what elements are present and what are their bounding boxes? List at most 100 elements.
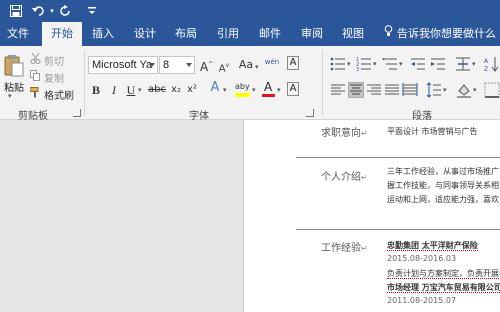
caret-up-icon: ^ xyxy=(208,61,214,68)
chevron-down-icon[interactable]: ▾ xyxy=(399,60,403,68)
tab-view[interactable]: 视图 xyxy=(336,22,370,46)
doc-line: 市场经理 万宝汽车贸易有限公司 xyxy=(387,282,500,293)
font-color-button[interactable]: A xyxy=(262,80,276,98)
chevron-down-icon[interactable]: ▾ xyxy=(472,60,476,68)
divider-line xyxy=(296,229,500,230)
copy-label: 复制 xyxy=(44,73,64,85)
chevron-down-icon[interactable]: ▾ xyxy=(223,86,227,94)
bullets-icon[interactable] xyxy=(330,56,346,72)
clear-format-label: A xyxy=(289,57,297,68)
cut-button[interactable]: 剪切 xyxy=(30,52,64,68)
cut-label: 剪切 xyxy=(44,56,64,68)
redo-icon[interactable] xyxy=(58,3,74,19)
chevron-down-icon[interactable]: ▾ xyxy=(252,86,256,94)
increase-indent-icon[interactable] xyxy=(430,56,446,72)
paragraph-mark-icon: ↵ xyxy=(361,129,368,138)
customize-dropdown-icon[interactable] xyxy=(84,3,100,19)
chevron-down-icon[interactable]: ▾ xyxy=(347,60,351,68)
copy-button[interactable]: 复制 xyxy=(30,69,64,85)
chevron-down-icon[interactable]: ▾ xyxy=(255,63,259,71)
shrink-font-label: A xyxy=(218,63,226,75)
tab-layout[interactable]: 布局 xyxy=(169,22,203,46)
format-painter-icon xyxy=(29,87,41,101)
underline-button[interactable]: U xyxy=(125,82,137,98)
bold-button[interactable]: B xyxy=(90,82,102,98)
svg-text:3: 3 xyxy=(356,67,359,72)
ribbon-tab-bar: 文件 开始 插入 设计 布局 引用 邮件 审阅 视图 告诉我你想要做什么 xyxy=(0,22,500,46)
tab-mailings[interactable]: 邮件 xyxy=(253,22,287,46)
group-divider xyxy=(84,50,85,116)
chinese-layout-icon[interactable] xyxy=(455,56,471,72)
doc-line: 2015.08-2016.03 xyxy=(387,254,457,263)
doc-line: 三年工作经验，从事过市场推广 xyxy=(387,167,499,176)
ribbon: 粘贴 ▾ 剪切 复制 格式刷 剪贴板 Microsoft Ya 8 A^ Av … xyxy=(0,46,500,122)
tab-references[interactable]: 引用 xyxy=(211,22,245,46)
align-left-icon[interactable] xyxy=(330,82,346,98)
shrink-font-button[interactable]: Av xyxy=(218,58,230,74)
paste-dropdown-icon[interactable]: ▾ xyxy=(8,92,12,100)
doc-line: 平面设计 市场营销与广告 xyxy=(387,127,478,136)
tab-design[interactable]: 设计 xyxy=(128,22,162,46)
font-launcher-icon[interactable] xyxy=(306,109,314,117)
doc-line: 负责计划与方案制定，负责开展年 xyxy=(387,268,500,279)
svg-text:A: A xyxy=(484,58,489,65)
paste-icon[interactable] xyxy=(4,54,24,78)
font-color-letter: A xyxy=(264,80,273,94)
clear-format-button[interactable]: A xyxy=(287,56,299,70)
copy-icon xyxy=(30,70,41,84)
tell-me-box[interactable]: 告诉我你想要做什么 xyxy=(384,22,496,46)
doc-line: 运动和上网，适应能力强，喜欢 xyxy=(387,195,499,204)
tab-home[interactable]: 开始 xyxy=(42,22,82,46)
title-bar: ▾ xyxy=(0,0,500,22)
section-label-job-intention: 求职意向↵ xyxy=(321,124,368,139)
multilevel-list-icon[interactable] xyxy=(382,56,398,72)
chevron-down-icon[interactable]: ▾ xyxy=(138,86,142,94)
character-border-label: A xyxy=(289,83,297,94)
doc-line: 忠勤集团 太平洋财产保险 xyxy=(387,240,478,251)
superscript-button[interactable]: x² xyxy=(186,82,198,98)
highlight-button[interactable]: aby xyxy=(235,82,251,98)
decrease-indent-icon[interactable] xyxy=(410,56,426,72)
paste-button[interactable]: 粘贴 xyxy=(4,79,24,94)
font-size-value: 8 xyxy=(163,59,170,71)
strikethrough-button[interactable]: abc xyxy=(148,82,166,98)
justify-icon[interactable] xyxy=(384,82,400,98)
section-label-text: 工作经验 xyxy=(321,243,361,254)
text-effects-button[interactable]: A xyxy=(208,80,222,96)
doc-line: 握工作技能，与同事领导关系相 xyxy=(387,181,499,190)
format-painter-button[interactable]: 格式刷 xyxy=(29,86,74,102)
font-size-box[interactable]: 8 xyxy=(159,56,195,74)
line-spacing-icon[interactable] xyxy=(426,82,442,98)
tab-insert[interactable]: 插入 xyxy=(86,22,120,46)
distributed-icon[interactable] xyxy=(402,82,418,98)
chevron-down-icon[interactable]: ▾ xyxy=(473,86,477,94)
section-label-text: 求职意向 xyxy=(321,128,361,139)
section-label-text: 个人介绍 xyxy=(321,172,361,183)
numbering-icon[interactable]: 123 xyxy=(356,56,372,73)
lightbulb-icon xyxy=(384,22,393,46)
chevron-down-icon[interactable]: ▾ xyxy=(373,60,377,68)
subscript-button[interactable]: x₂ xyxy=(170,82,182,98)
shading-icon[interactable] xyxy=(456,82,472,98)
chevron-down-icon[interactable]: ▾ xyxy=(277,86,281,94)
align-center-icon[interactable] xyxy=(348,82,364,98)
save-icon[interactable] xyxy=(8,3,24,19)
tab-review[interactable]: 审阅 xyxy=(295,22,329,46)
borders-icon[interactable] xyxy=(484,82,500,98)
font-name-box[interactable]: Microsoft Ya xyxy=(88,56,158,74)
clipboard-launcher-icon[interactable] xyxy=(73,109,81,117)
sort-icon[interactable]: AZ xyxy=(484,56,500,73)
phonetic-guide-button[interactable]: wén xyxy=(264,54,280,70)
document-page[interactable]: 求职意向↵ 平面设计 市场营销与广告 个人介绍↵ 三年工作经验，从事过市场推广 … xyxy=(243,120,500,312)
change-case-button[interactable]: Aa xyxy=(238,57,254,73)
italic-button[interactable]: I xyxy=(108,82,120,98)
align-right-icon[interactable] xyxy=(366,82,382,98)
svg-text:Z: Z xyxy=(484,66,488,72)
chevron-down-icon[interactable]: ▾ xyxy=(443,86,447,94)
caret-down-icon: v xyxy=(225,62,230,69)
tab-file[interactable]: 文件 xyxy=(2,22,34,46)
character-border-button[interactable]: A xyxy=(287,82,299,96)
grow-font-button[interactable]: A^ xyxy=(200,57,214,74)
paragraph-mark-icon: ↵ xyxy=(361,173,368,182)
font-color-bar xyxy=(262,94,275,97)
